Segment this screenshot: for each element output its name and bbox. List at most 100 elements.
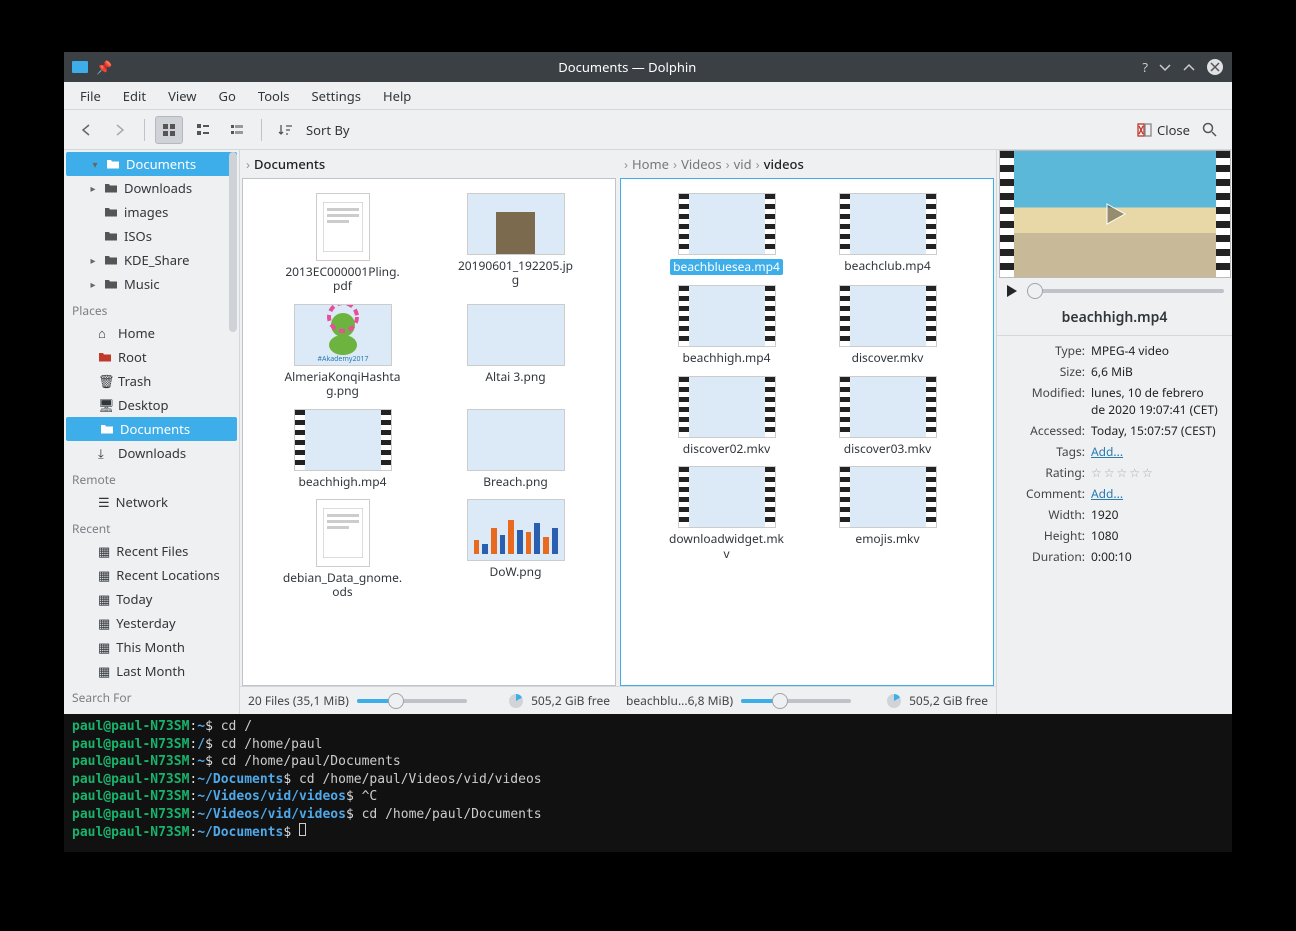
meta-row: Comment:Add... [997,483,1226,504]
meta-row: Modified:lunes, 10 de febrero de 2020 19… [997,382,1226,420]
zoom-slider-right[interactable] [741,694,851,708]
menu-settings[interactable]: Settings [302,83,371,109]
menu-view[interactable]: View [158,83,206,109]
place-desktop[interactable]: 🖥Desktop [64,393,239,417]
view-icons-button[interactable] [155,116,183,144]
file-item[interactable]: #Akademy2017AlmeriaKonqiHashtag.png [261,304,424,399]
menu-go[interactable]: Go [209,83,246,109]
menu-help[interactable]: Help [373,83,421,109]
recent-yesterday[interactable]: ▦Yesterday [64,611,239,635]
meta-row: Size:6,6 MiB [997,361,1226,382]
file-item[interactable]: debian_Data_gnome.ods [261,499,424,600]
media-controls[interactable] [997,278,1232,304]
sidebar-item-images[interactable]: images [64,200,239,224]
close-icon[interactable] [1206,58,1224,76]
recent-recent-files[interactable]: ▦Recent Files [64,539,239,563]
position-slider[interactable] [1027,284,1224,298]
recent-today[interactable]: ▦Today [64,587,239,611]
file-item[interactable]: discover.mkv [812,285,963,365]
file-item[interactable]: 2013EC000001Pling.pdf [261,193,424,294]
status-left-free: 505,2 GiB free [531,692,610,709]
sidebar-item-music[interactable]: ▸Music [64,272,239,296]
menu-edit[interactable]: Edit [113,83,156,109]
maximize-icon[interactable] [1182,60,1196,74]
file-item[interactable]: Altai 3.png [434,304,597,399]
menubar: FileEditViewGoToolsSettingsHelp [64,82,1232,110]
preview-thumbnail[interactable] [999,150,1231,278]
toolbar: Sort By Close [64,110,1232,150]
sidebar-item-kde_share[interactable]: ▸KDE_Share [64,248,239,272]
statusbar: 20 Files (35,1 MiB) 505,2 GiB free beach… [240,686,996,714]
svg-text:#Akademy2017: #Akademy2017 [317,355,368,364]
file-item[interactable]: Breach.png [434,409,597,489]
file-item[interactable]: discover02.mkv [651,376,802,456]
sidebar-scrollbar[interactable] [229,152,237,712]
breadcrumb-seg[interactable]: Home [632,155,669,173]
minimize-icon[interactable] [1158,60,1172,74]
file-item[interactable]: beachhigh.mp4 [651,285,802,365]
terminal-panel[interactable]: paul@paul-N73SM:~$ cd /paul@paul-N73SM:/… [64,714,1232,852]
file-item[interactable]: downloadwidget.mkv [651,466,802,561]
sort-by-button[interactable]: Sort By [306,121,350,139]
app-icon [72,59,88,75]
status-right-count: beachblu...6,8 MiB) [626,692,733,709]
metadata: Type:MPEG-4 videoSize:6,6 MiBModified:lu… [997,335,1232,571]
sidebar-item-documents[interactable]: ▾Documents [66,152,237,176]
meta-row: Height:1080 [997,525,1226,546]
right-pane[interactable]: beachbluesea.mp4beachclub.mp4beachhigh.m… [620,178,994,686]
disk-pie-left [509,694,523,708]
pin-icon[interactable]: 📌 [96,58,112,76]
left-pane[interactable]: 2013EC000001Pling.pdf20190601_192205.jpg… [242,178,616,686]
menu-file[interactable]: File [70,83,111,109]
file-item[interactable]: beachhigh.mp4 [261,409,424,489]
sidebar-item-downloads[interactable]: ▸Downloads [64,176,239,200]
breadcrumb-seg[interactable]: videos [764,155,804,173]
place-root[interactable]: Root [64,345,239,369]
sidebar-section-recent: Recent [64,514,239,539]
file-item[interactable]: beachbluesea.mp4 [651,193,802,275]
close-split-icon [1137,122,1153,138]
file-item[interactable]: discover03.mkv [812,376,963,456]
titlebar: 📌 Documents — Dolphin ? [64,52,1232,82]
search-button[interactable] [1196,116,1224,144]
back-button[interactable] [72,116,100,144]
forward-button[interactable] [106,116,134,144]
sidebar-item-isos[interactable]: ISOs [64,224,239,248]
place-trash[interactable]: 🗑Trash [64,369,239,393]
breadcrumb-seg[interactable]: vid [734,155,752,173]
main-area: › Documents › Home› Videos› vid› videos … [240,150,996,714]
close-split-button[interactable]: Close [1137,121,1190,139]
meta-row: Width:1920 [997,504,1226,525]
place-documents[interactable]: Documents [66,417,237,441]
content: ▾Documents▸DownloadsimagesISOs▸KDE_Share… [64,150,1232,714]
file-item[interactable]: beachclub.mp4 [812,193,963,275]
recent-this-month[interactable]: ▦This Month [64,635,239,659]
sort-icon[interactable] [272,116,300,144]
view-compact-button[interactable] [189,116,217,144]
sidebar-section-search-for: Search For [64,683,239,708]
recent-recent-locations[interactable]: ▦Recent Locations [64,563,239,587]
places-panel: ▾Documents▸DownloadsimagesISOs▸KDE_Share… [64,150,240,714]
information-panel: beachhigh.mp4 Type:MPEG-4 videoSize:6,6 … [996,150,1232,714]
breadcrumb-seg[interactable]: Videos [681,155,722,173]
place-downloads[interactable]: ⤓Downloads [64,441,239,465]
status-left-count: 20 Files (35,1 MiB) [248,692,349,709]
help-icon[interactable]: ? [1142,58,1148,76]
place-home[interactable]: ⌂Home [64,321,239,345]
breadcrumb-seg[interactable]: Documents [254,155,325,173]
status-right-free: 505,2 GiB free [909,692,988,709]
view-details-button[interactable] [223,116,251,144]
disk-pie-right [887,694,901,708]
recent-last-month[interactable]: ▦Last Month [64,659,239,683]
breadcrumb-left[interactable]: › Documents [240,150,618,178]
remote-network[interactable]: ☰Network [64,490,239,514]
menu-tools[interactable]: Tools [248,83,300,109]
rating-stars[interactable]: ☆☆☆☆☆ [1091,464,1155,481]
play-icon[interactable] [1005,284,1019,298]
zoom-slider-left[interactable] [357,694,467,708]
file-item[interactable]: 20190601_192205.jpg [434,193,597,294]
breadcrumb-right[interactable]: › Home› Videos› vid› videos [618,150,996,178]
file-item[interactable]: DoW.png [434,499,597,600]
file-item[interactable]: emojis.mkv [812,466,963,561]
meta-row: Type:MPEG-4 video [997,340,1226,361]
